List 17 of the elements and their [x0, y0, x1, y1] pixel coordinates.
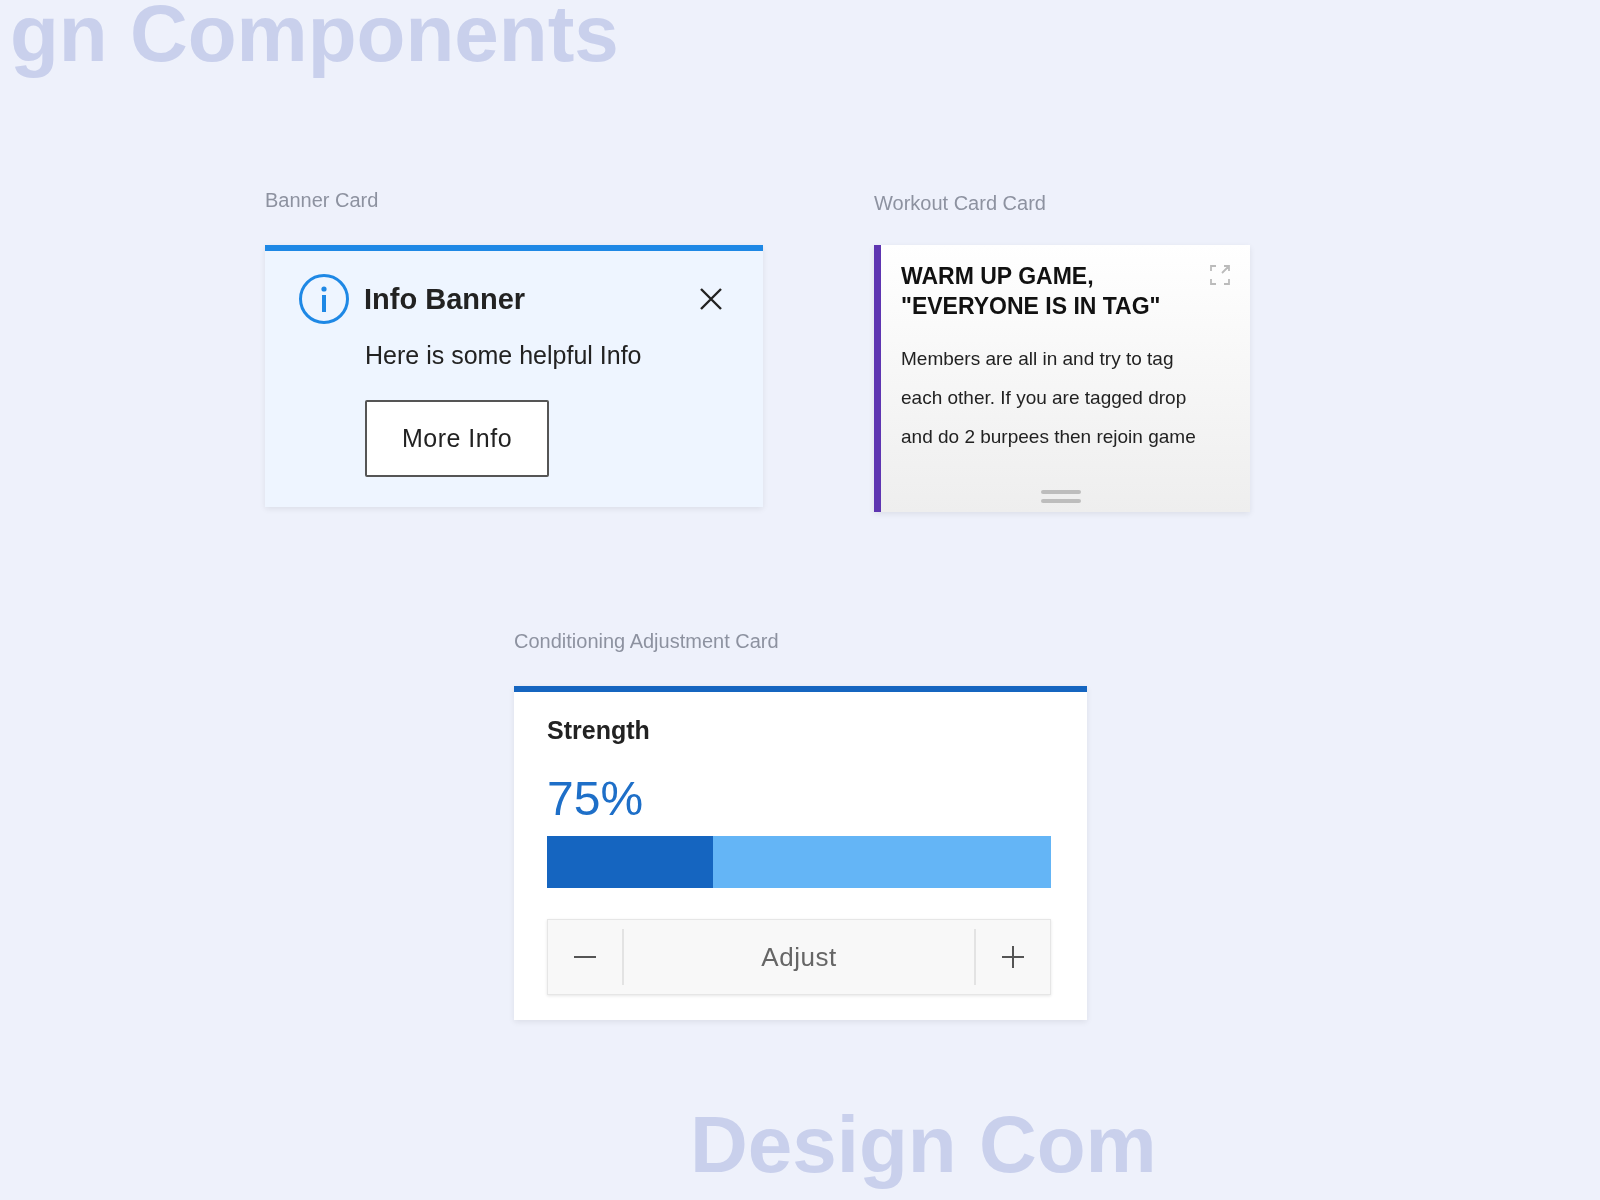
section-label: Banner Card	[265, 189, 380, 212]
section-label: Conditioning Adjustment Card	[514, 630, 780, 653]
percent-value: 75%	[547, 771, 645, 826]
banner-message: Here is some helpful Info	[365, 341, 643, 370]
section-label: Workout Card Card	[874, 192, 1047, 215]
banner-title: Info Banner	[364, 282, 527, 316]
stepper-label: Adjust	[622, 929, 976, 985]
workout-description: Members are all in and try to tag each other. If you are tagged drop and do 2 burpees then rejoin game	[901, 347, 1197, 449]
close-icon[interactable]	[699, 287, 723, 311]
workout-title: WARM UP GAME, "EVERYONE IS IN TAG"	[901, 262, 1161, 321]
expand-icon[interactable]	[1210, 265, 1230, 285]
minus-icon	[574, 956, 596, 958]
more-info-button[interactable]: More Info	[365, 400, 549, 477]
info-icon	[298, 273, 350, 325]
drag-handle-icon[interactable]	[1041, 490, 1081, 504]
plus-icon	[1001, 945, 1025, 969]
card-title: Strength	[547, 716, 651, 745]
